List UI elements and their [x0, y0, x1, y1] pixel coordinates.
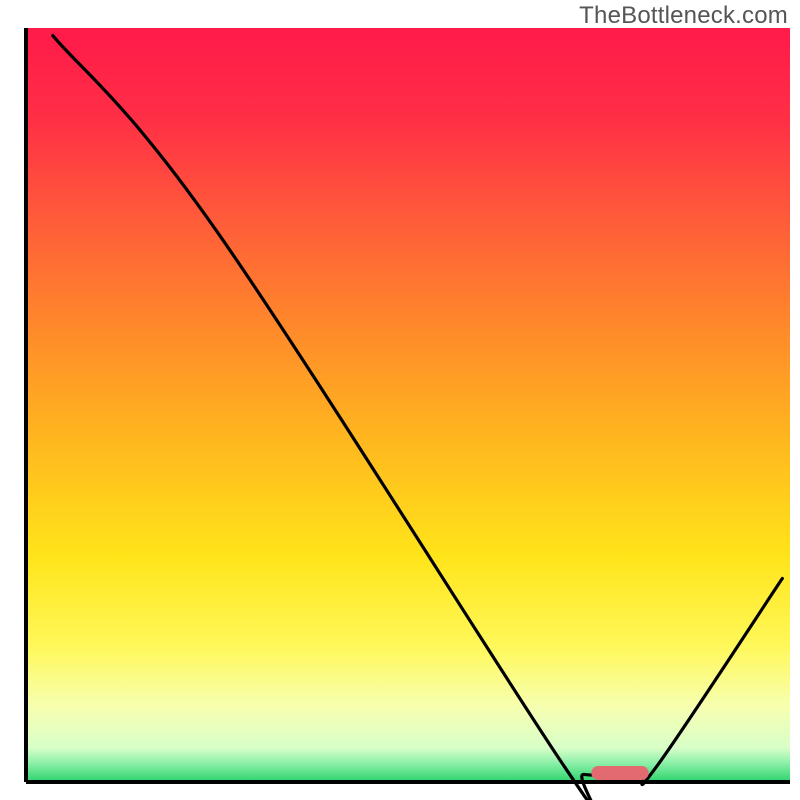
- optimal-range-marker: [591, 766, 648, 780]
- watermark-text: TheBottleneck.com: [579, 2, 788, 30]
- bottleneck-chart: [0, 0, 800, 800]
- gradient-background: [26, 28, 790, 782]
